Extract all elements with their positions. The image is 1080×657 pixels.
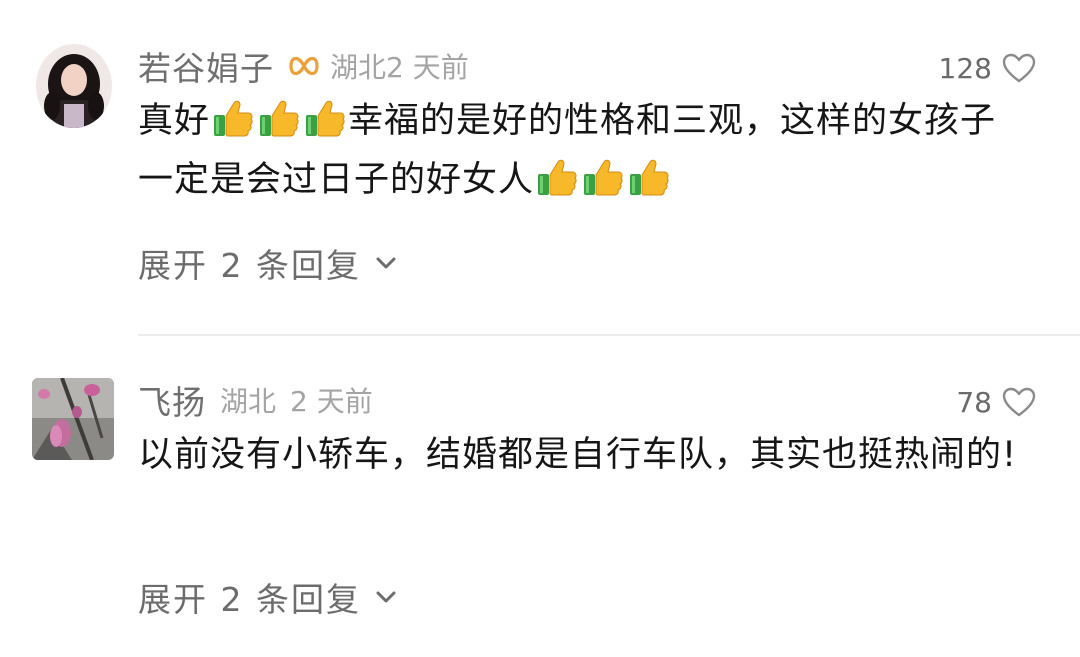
infinity-badge-icon xyxy=(288,53,320,79)
thumbs-up-icon xyxy=(628,157,670,197)
comment-text-part: 真好 xyxy=(138,101,211,141)
comment-header: 飞扬 湖北 2 天前 xyxy=(138,378,373,422)
thumbs-up-icon xyxy=(258,98,300,138)
like-count: 128 xyxy=(938,51,992,85)
avatar-image xyxy=(32,378,114,460)
comment-header: 若谷娟子 湖北 2 天前 xyxy=(138,44,469,88)
avatar-image xyxy=(36,44,112,128)
location: 湖北 xyxy=(220,385,277,418)
expand-replies-label: 展开 2 条回复 xyxy=(138,246,361,285)
like-button[interactable]: 78 xyxy=(956,380,1036,424)
heart-icon xyxy=(1002,387,1036,417)
timestamp: 2 天前 xyxy=(386,51,469,84)
thumbs-up-icon xyxy=(582,157,624,197)
like-count: 78 xyxy=(956,385,992,419)
username[interactable]: 飞扬 xyxy=(138,376,206,424)
comment-text: 真好 幸福的是好的性格和三观，这样的女孩子一定是会过日子的好女人 xyxy=(138,92,1018,210)
expand-replies-label: 展开 2 条回复 xyxy=(138,580,361,619)
like-button[interactable]: 128 xyxy=(939,46,1036,90)
comment-item: 飞扬 湖北 2 天前 78 以前没有小轿车，结婚都是自行车队，其实也挺热闹的! … xyxy=(0,336,1080,657)
thumbs-up-icon xyxy=(536,157,578,197)
timestamp: 2 天前 xyxy=(290,385,373,418)
avatar[interactable] xyxy=(36,44,112,128)
location: 湖北 xyxy=(330,51,387,84)
expand-replies-button[interactable]: 展开 2 条回复 xyxy=(138,240,397,286)
comment-item: 若谷娟子 湖北 2 天前 128 真好 幸福的是好的性格和三观，这样的女孩子一定是… xyxy=(0,0,1080,336)
comment-text: 以前没有小轿车，结婚都是自行车队，其实也挺热闹的! xyxy=(138,435,1018,475)
thumbs-up-icon xyxy=(212,98,254,138)
chevron-down-icon xyxy=(375,256,397,270)
avatar[interactable] xyxy=(32,378,114,460)
heart-icon xyxy=(1002,53,1036,83)
username[interactable]: 若谷娟子 xyxy=(138,42,274,90)
chevron-down-icon xyxy=(375,590,397,604)
thumbs-up-icon xyxy=(304,98,346,138)
expand-replies-button[interactable]: 展开 2 条回复 xyxy=(138,574,397,620)
